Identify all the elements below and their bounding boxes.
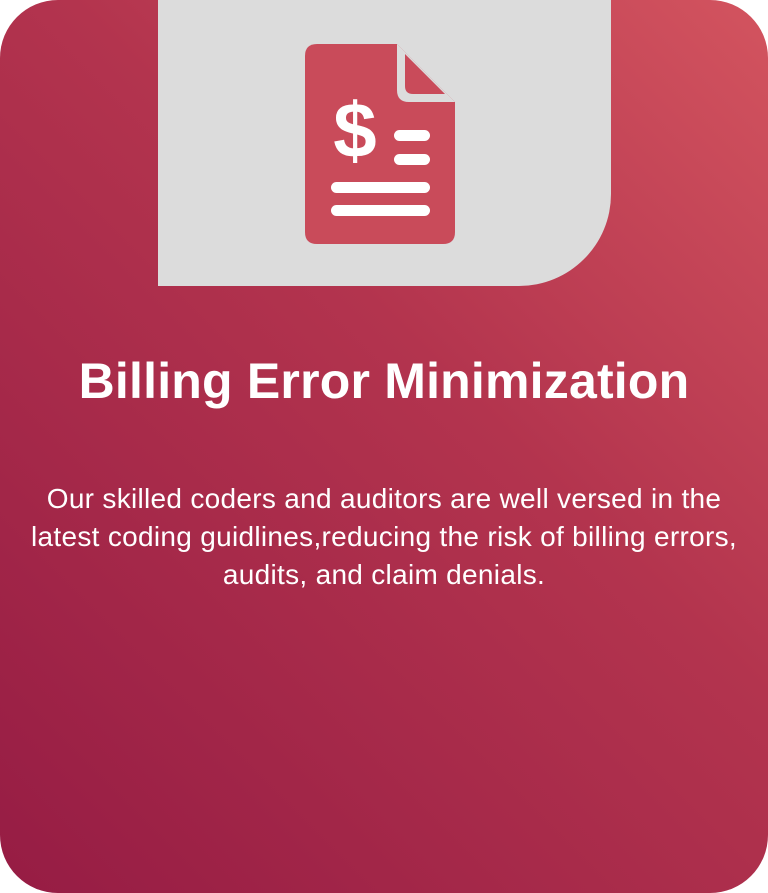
card-description: Our skilled coders and auditors are well… <box>31 483 737 590</box>
dollar-glyph: $ <box>333 86 376 174</box>
card-title: Billing Error Minimization <box>78 353 690 409</box>
billing-document-icon: $ <box>305 44 455 244</box>
icon-panel: $ <box>158 0 611 286</box>
feature-card: $ Billing Error Minimization Our skilled… <box>0 0 768 893</box>
